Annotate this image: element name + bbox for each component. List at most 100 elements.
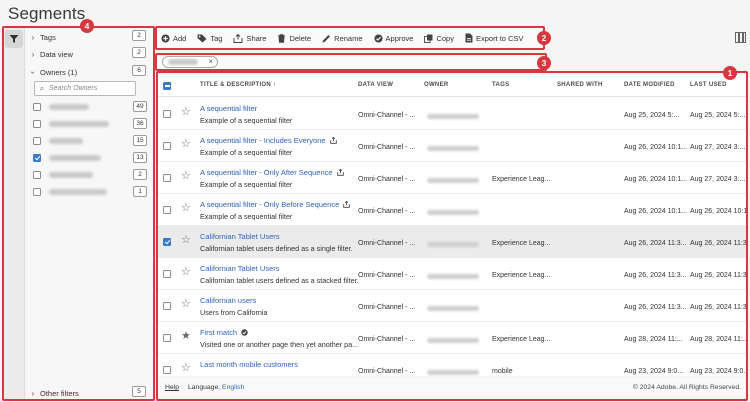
owner-checkbox[interactable]	[33, 171, 41, 179]
row-checkbox[interactable]	[163, 302, 171, 310]
language-link[interactable]: English	[222, 384, 244, 391]
table-row[interactable]: ☆ Last month mobile customers Omni-Channel…	[157, 354, 747, 376]
table-row[interactable]: ☆ A sequential filter - Only Before Seque…	[157, 194, 747, 226]
data-view-cell: Omni-Channel - ...	[358, 272, 416, 279]
close-icon[interactable]: ×	[208, 57, 213, 66]
owner-checkbox[interactable]	[33, 120, 41, 128]
segment-title-link[interactable]: Last month mobile customers	[200, 360, 298, 369]
owner-count-badge: 15	[133, 135, 147, 146]
star-icon[interactable]: ☆	[181, 171, 191, 182]
share-button[interactable]: Share	[233, 33, 266, 43]
owner-option[interactable]: 49	[33, 100, 147, 114]
owner-checkbox[interactable]	[33, 154, 41, 162]
row-checkbox[interactable]	[163, 174, 171, 182]
row-checkbox[interactable]	[163, 206, 171, 214]
left-rail	[3, 27, 25, 400]
last-used-cell: Aug 25, 2024 5:...	[690, 112, 746, 119]
owner-option[interactable]: 15	[33, 134, 147, 148]
filter-toggle-button[interactable]	[5, 30, 23, 48]
table-row[interactable]: ☆ A sequential filter - Includes Everyone…	[157, 130, 747, 162]
row-checkbox[interactable]	[163, 238, 171, 246]
star-icon[interactable]: ☆	[181, 107, 191, 118]
export-csv-button[interactable]: Export to CSV	[465, 33, 524, 43]
segment-description: Example of a sequential filter	[200, 212, 293, 221]
owner-cell	[427, 178, 479, 183]
date-modified-cell: Aug 26, 2024 11:3...	[624, 304, 687, 311]
table-row[interactable]: ★ First match Visited one or another page …	[157, 322, 747, 354]
column-header-title[interactable]: TITLE & DESCRIPTION ↑	[200, 82, 276, 88]
approve-button[interactable]: Approve	[373, 34, 413, 43]
segment-title-link[interactable]: A sequential filter - Only After Sequenc…	[200, 168, 344, 177]
date-modified-cell: Aug 26, 2024 10:1...	[624, 208, 688, 215]
chevron-right-icon: ›	[31, 49, 35, 59]
sort-ascending-icon: ↑	[273, 82, 277, 88]
row-checkbox[interactable]	[163, 366, 171, 374]
segment-title-link[interactable]: A sequential filter - Includes Everyone	[200, 136, 337, 145]
owner-count-badge: 2	[133, 169, 147, 180]
table-row[interactable]: ☆ Californian Tablet Users Californian tab…	[157, 226, 747, 258]
callout-badge-2: 2	[537, 31, 551, 45]
segment-title-link[interactable]: Californian users	[200, 296, 256, 305]
select-all-checkbox[interactable]	[163, 82, 171, 90]
column-header-owner[interactable]: OWNER	[424, 82, 449, 88]
help-link[interactable]: Help	[165, 384, 179, 391]
active-filter-chip[interactable]: ×	[162, 56, 218, 68]
owner-cell	[427, 306, 479, 311]
delete-button[interactable]: Delete	[277, 34, 311, 43]
chip-label	[168, 59, 198, 65]
owner-checkbox[interactable]	[33, 137, 41, 145]
owner-checkbox[interactable]	[33, 103, 41, 111]
column-header-date-modified[interactable]: DATE MODIFIED	[624, 82, 675, 88]
table-row[interactable]: ☆ Californian Tablet Users Californian tab…	[157, 258, 747, 290]
owner-option[interactable]: 2	[33, 168, 147, 182]
filter-section-other[interactable]: › Other filters 5	[26, 384, 154, 402]
owner-checkbox[interactable]	[33, 188, 41, 196]
owner-count-badge: 1	[133, 186, 147, 197]
owner-name	[49, 189, 107, 195]
filter-section-owners[interactable]: › Owners (1) 6	[26, 63, 154, 81]
star-filled-icon[interactable]: ★	[181, 331, 191, 342]
column-header-tags[interactable]: TAGS	[492, 82, 509, 88]
table-row[interactable]: ☆ Californian users Users from California O…	[157, 290, 747, 322]
filter-count-badge: 2	[132, 30, 146, 41]
row-checkbox[interactable]	[163, 110, 171, 118]
segment-title-link[interactable]: Californian Tablet Users	[200, 232, 279, 241]
pencil-icon	[322, 34, 331, 42]
owner-option[interactable]: 1	[33, 185, 147, 199]
column-header-data-view[interactable]: DATA VIEW	[358, 82, 393, 88]
callout-badge-3: 3	[537, 56, 551, 70]
data-view-cell: Omni-Channel - ...	[358, 368, 416, 375]
segment-title-link[interactable]: Californian Tablet Users	[200, 264, 279, 273]
language-selector: Language: English	[188, 384, 245, 391]
copy-button[interactable]: Copy	[424, 34, 454, 43]
row-checkbox[interactable]	[163, 270, 171, 278]
owner-option[interactable]: 36	[33, 117, 147, 131]
rename-button[interactable]: Rename	[322, 34, 363, 43]
add-button[interactable]: Add	[161, 34, 186, 43]
filter-section-data-view[interactable]: › Data view 2	[26, 45, 154, 63]
star-icon[interactable]: ☆	[181, 203, 191, 214]
row-checkbox[interactable]	[163, 142, 171, 150]
owner-search-input[interactable]: ⌕ Search Owners	[34, 81, 136, 96]
column-header-shared-with[interactable]: SHARED WITH	[557, 82, 603, 88]
segment-title-link[interactable]: First match	[200, 328, 248, 337]
date-modified-cell: Aug 26, 2024 10:1...	[624, 144, 688, 151]
owner-option[interactable]: 13	[33, 151, 147, 165]
star-icon[interactable]: ☆	[181, 363, 191, 374]
tag-button[interactable]: Tag	[197, 34, 222, 43]
owner-name	[49, 121, 109, 127]
column-header-last-used[interactable]: LAST USED	[690, 82, 727, 88]
column-settings-icon[interactable]	[735, 32, 746, 43]
star-icon[interactable]: ☆	[181, 267, 191, 278]
active-filter-bar: ×	[157, 53, 547, 71]
table-row[interactable]: ☆ A sequential filter - Only After Sequen…	[157, 162, 747, 194]
row-checkbox[interactable]	[163, 334, 171, 342]
owner-name	[49, 172, 93, 178]
table-row[interactable]: ☆ A sequential filter Example of a sequent…	[157, 98, 747, 130]
star-icon[interactable]: ☆	[181, 139, 191, 150]
star-icon[interactable]: ☆	[181, 299, 191, 310]
segment-title-link[interactable]: A sequential filter	[200, 104, 257, 113]
star-icon[interactable]: ☆	[181, 235, 191, 246]
segment-description: Example of a sequential filter	[200, 180, 293, 189]
segment-title-link[interactable]: A sequential filter - Only Before Sequen…	[200, 200, 350, 209]
